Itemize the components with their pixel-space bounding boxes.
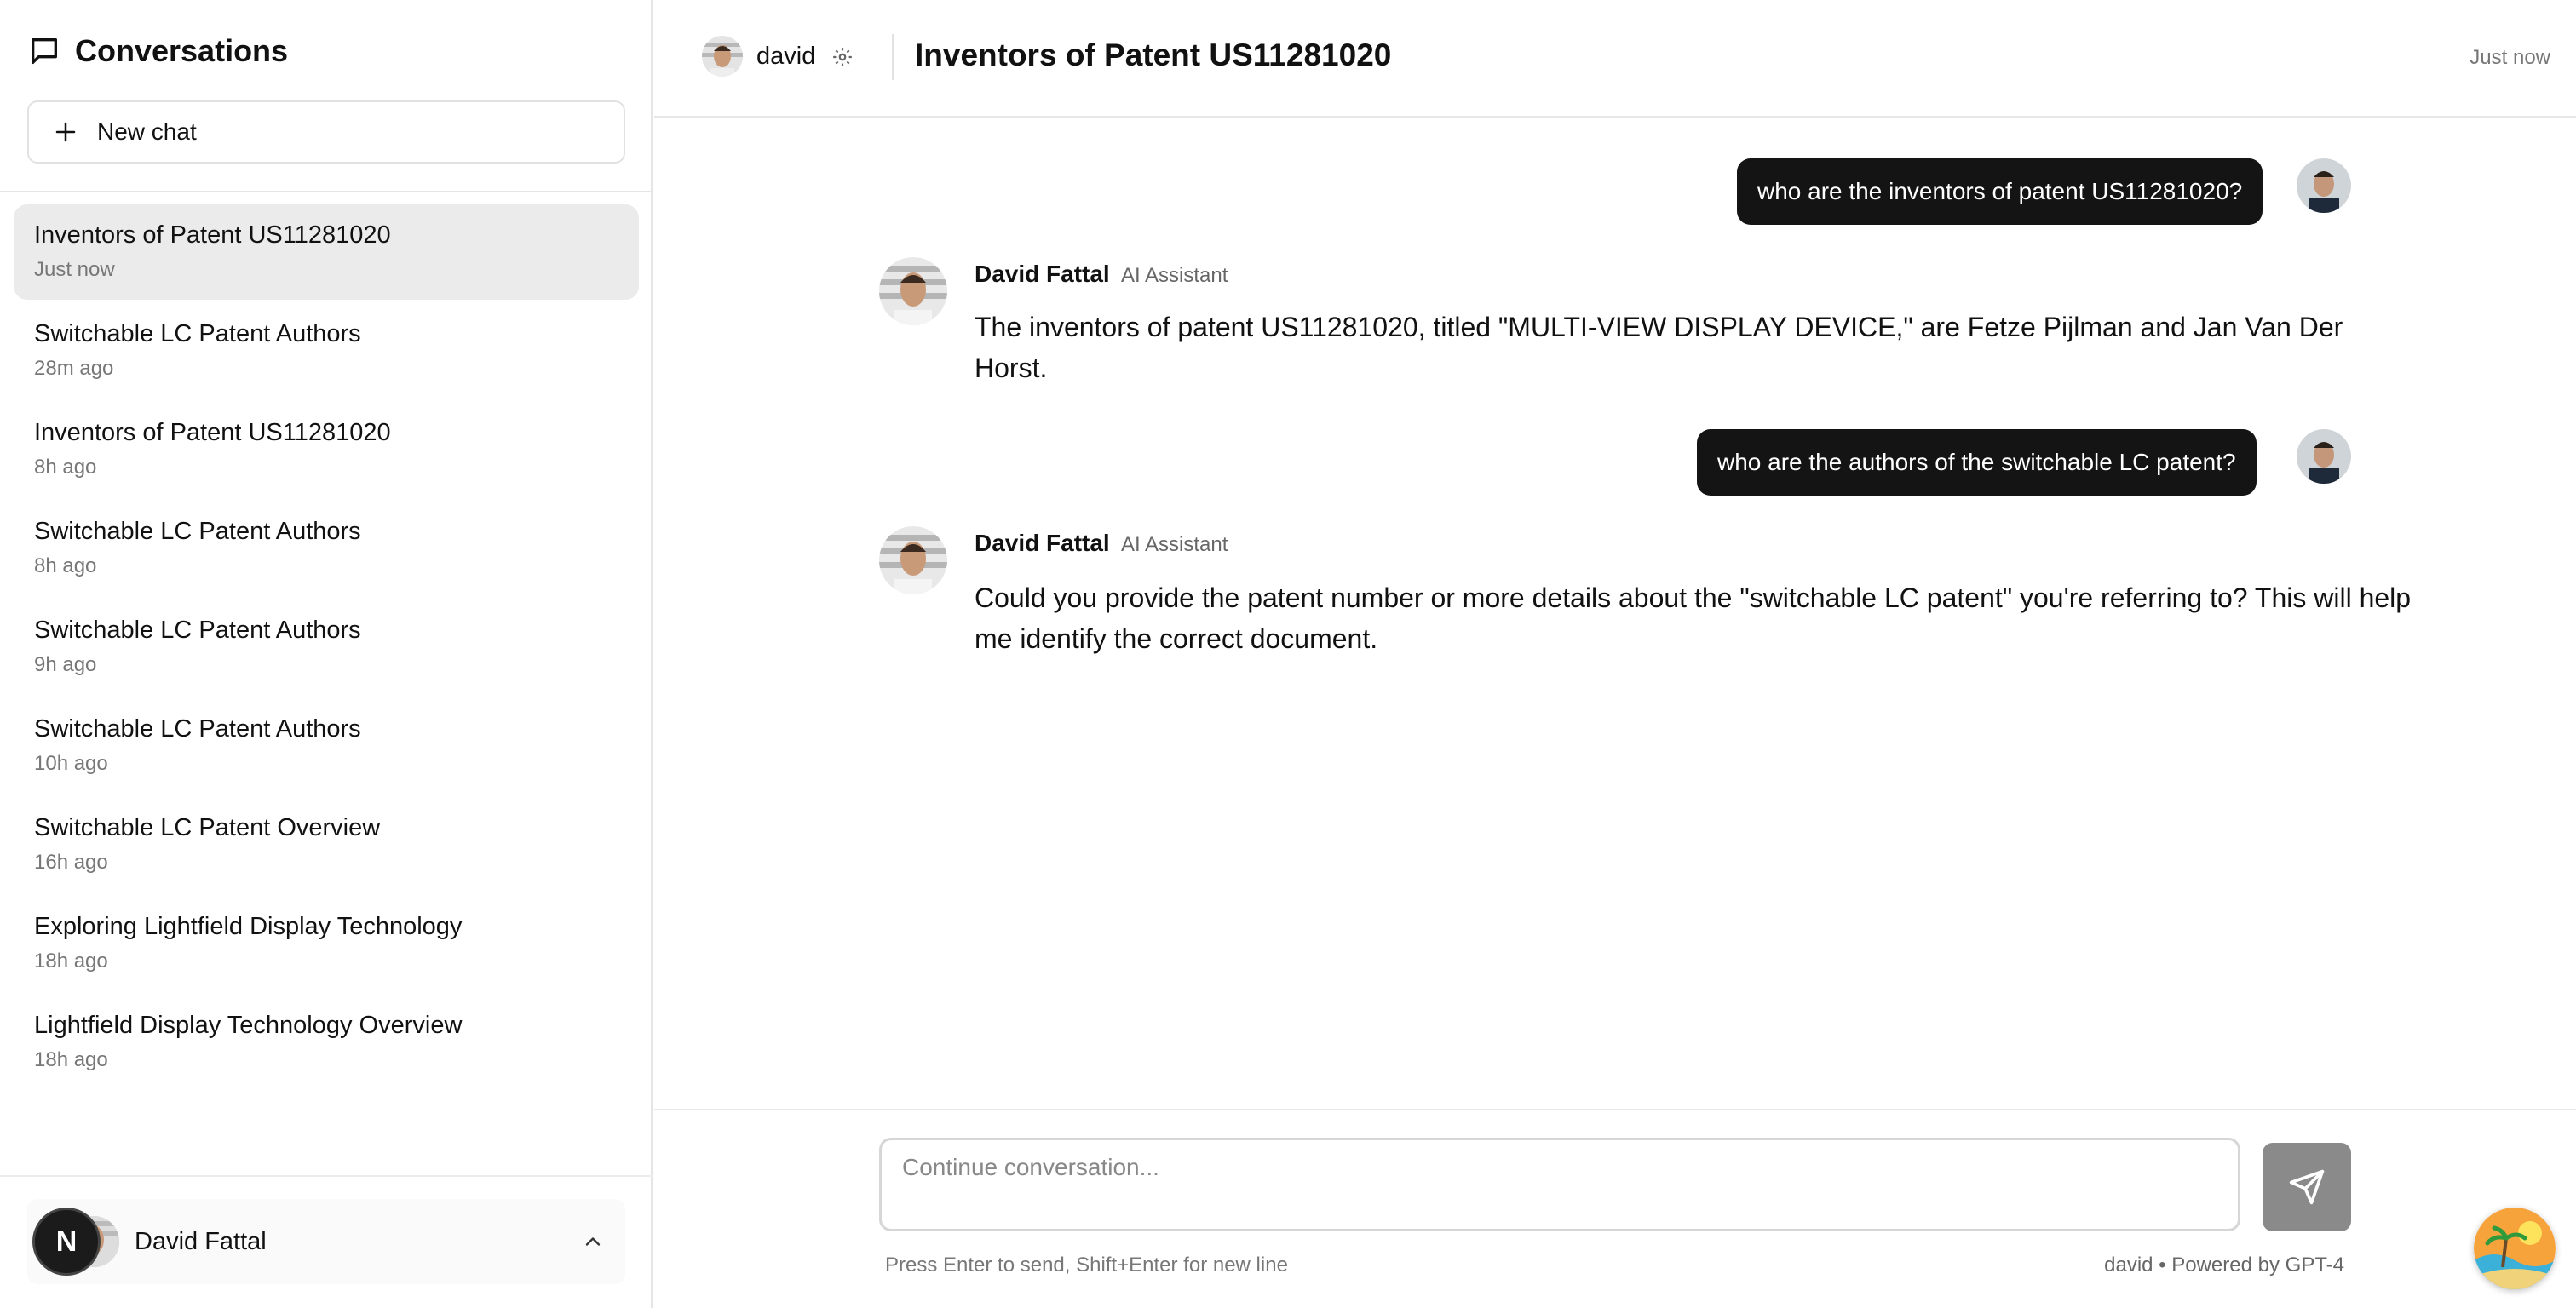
powered-by: david • Powered by GPT-4 (2104, 1254, 2344, 1276)
conversation-title: Switchable LC Patent Authors (34, 518, 361, 545)
chat-header: david Inventors of Patent US11281020 Jus… (654, 0, 2576, 118)
user-menu-button[interactable]: N David Fattal (27, 1199, 625, 1284)
sidebar-title: Conversations (75, 33, 289, 68)
assistant-name: David Fattal (975, 261, 1110, 287)
assistant-role: AI Assistant (1121, 533, 1228, 556)
conversation-title: Switchable LC Patent Authors (34, 715, 361, 743)
user-message: who are the inventors of patent US112810… (1737, 158, 2263, 225)
send-icon (2289, 1169, 2325, 1205)
conversation-item[interactable]: Inventors of Patent US11281020 8h ago (14, 402, 639, 497)
conversation-item[interactable]: Switchable LC Patent Authors 9h ago (14, 600, 639, 695)
conversation-item[interactable]: Switchable LC Patent Authors 8h ago (14, 501, 639, 596)
assistant-message: The inventors of patent US11281020, titl… (975, 312, 2343, 383)
new-chat-label: New chat (97, 118, 197, 145)
conversation-item[interactable]: Switchable LC Patent Authors 10h ago (14, 698, 639, 794)
message-input[interactable] (882, 1140, 2238, 1229)
gear-icon[interactable] (831, 46, 854, 68)
n-badge-icon: N (32, 1208, 101, 1276)
avatar (2297, 158, 2351, 213)
conversation-time: 8h ago (34, 554, 97, 577)
conversation-time: 9h ago (34, 653, 97, 676)
header-separator (892, 34, 894, 80)
new-chat-button[interactable]: New chat (27, 100, 625, 164)
conversation-time: 18h ago (34, 949, 108, 972)
composer-divider (654, 1109, 2576, 1110)
conversation-time: 8h ago (34, 456, 97, 479)
conversation-item[interactable]: Switchable LC Patent Authors 28m ago (14, 303, 639, 399)
conversation-title: Switchable LC Patent Authors (34, 617, 361, 644)
plus-icon (55, 122, 76, 142)
user-message: who are the authors of the switchable LC… (1697, 429, 2257, 496)
composer-hint: Press Enter to send, Shift+Enter for new… (885, 1254, 1288, 1276)
conversation-title: Switchable LC Patent Authors (34, 320, 361, 347)
chevron-up-icon (585, 1237, 601, 1246)
conversation-time: 16h ago (34, 851, 108, 874)
chat-bubble-icon (32, 38, 58, 65)
sidebar-header: Conversations (27, 31, 288, 72)
conversation-time: 28m ago (34, 357, 114, 380)
conversation-item[interactable]: Exploring Lightfield Display Technology … (14, 896, 639, 991)
send-button[interactable] (2263, 1143, 2351, 1231)
conversation-item-active[interactable]: Inventors of Patent US11281020 Just now (14, 204, 639, 300)
sidebar-divider (0, 191, 653, 192)
chat-timestamp: Just now (2470, 46, 2550, 69)
header-username: david (756, 43, 816, 70)
message-composer (879, 1138, 2240, 1231)
floating-app-icon[interactable] (2474, 1208, 2556, 1289)
avatar (879, 526, 947, 594)
conversation-title: Exploring Lightfield Display Technology (34, 913, 463, 940)
conversation-title: Lightfield Display Technology Overview (34, 1012, 463, 1039)
avatar (702, 36, 743, 77)
sidebar-footer-divider (0, 1175, 653, 1177)
assistant-role: AI Assistant (1121, 264, 1228, 287)
conversation-title: Inventors of Patent US11281020 (34, 221, 391, 249)
conversation-time: Just now (34, 258, 115, 281)
conversation-time: 10h ago (34, 752, 108, 775)
assistant-name: David Fattal (975, 530, 1110, 556)
conversation-title: Inventors of Patent US11281020 (34, 419, 391, 446)
conversation-list: Inventors of Patent US11281020 Just now … (14, 204, 639, 1093)
conversation-time: 18h ago (34, 1048, 108, 1071)
avatar (2297, 429, 2351, 484)
user-name: David Fattal (135, 1227, 267, 1255)
conversation-item[interactable]: Lightfield Display Technology Overview 1… (14, 995, 639, 1090)
conversation-item[interactable]: Switchable LC Patent Overview 16h ago (14, 797, 639, 892)
avatar (879, 257, 947, 325)
assistant-message: Could you provide the patent number or m… (975, 582, 2412, 654)
chat-title: Inventors of Patent US11281020 (915, 37, 1392, 72)
conversation-title: Switchable LC Patent Overview (34, 814, 381, 841)
sidebar: Conversations New chat Inventors of Pate… (0, 0, 653, 1308)
